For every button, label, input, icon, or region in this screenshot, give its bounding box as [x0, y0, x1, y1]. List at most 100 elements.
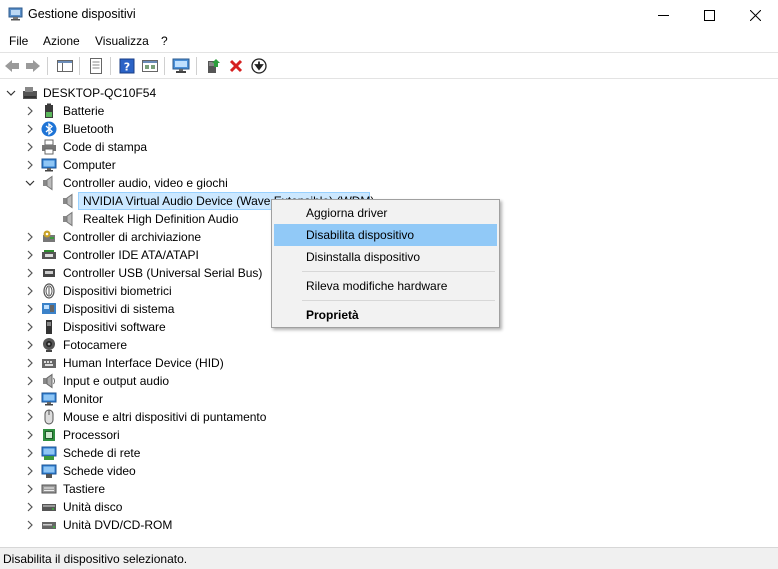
tree-item-15[interactable]: Input e output audio — [0, 372, 400, 390]
tree-item-4[interactable]: Controller audio, video e giochi — [0, 174, 400, 192]
tree-item-1-label: Bluetooth — [63, 122, 114, 136]
maximize-button[interactable] — [686, 0, 732, 30]
chevron-right-icon[interactable] — [25, 412, 35, 422]
ctx-uninstall-device[interactable]: Disinstalla dispositivo — [274, 246, 497, 268]
back-button[interactable] — [3, 57, 21, 75]
chevron-right-icon[interactable] — [25, 232, 35, 242]
update-driver-button[interactable] — [204, 57, 222, 75]
chevron-right-icon[interactable] — [25, 466, 35, 476]
ctx-scan-hardware[interactable]: Rileva modifiche hardware — [274, 275, 497, 297]
chevron-right-icon[interactable] — [25, 358, 35, 368]
menu-file[interactable]: File — [9, 34, 28, 48]
tree-item-14[interactable]: Human Interface Device (HID) — [0, 354, 400, 372]
chevron-right-icon[interactable] — [25, 340, 35, 350]
chevron-right-icon[interactable] — [25, 520, 35, 530]
monitor-scan-icon — [172, 58, 190, 73]
speaker-icon — [43, 175, 53, 191]
computer-icon — [23, 87, 37, 99]
menu-help[interactable]: ? — [161, 34, 168, 48]
tree-item-15-label: Input e output audio — [63, 374, 170, 388]
tree-item-13[interactable]: Fotocamere — [0, 336, 400, 354]
network-adapter-icon — [41, 446, 57, 460]
chevron-right-icon[interactable] — [25, 106, 35, 116]
chevron-right-icon[interactable] — [25, 304, 35, 314]
chevron-right-icon[interactable] — [25, 484, 35, 494]
tree-item-16[interactable]: Monitor — [0, 390, 400, 408]
chevron-right-icon[interactable] — [25, 268, 35, 278]
forward-button[interactable] — [24, 57, 42, 75]
chevron-right-icon[interactable] — [25, 448, 35, 458]
help-button[interactable]: ? — [118, 57, 136, 75]
close-button[interactable] — [732, 0, 778, 30]
tree-item-16-label: Monitor — [63, 392, 104, 406]
display-adapter-icon — [41, 464, 57, 478]
chevron-down-icon[interactable] — [25, 178, 35, 188]
chevron-right-icon[interactable] — [25, 286, 35, 296]
tree-item-7-label: Controller di archiviazione — [63, 230, 202, 244]
show-hide-console-tree-button[interactable] — [56, 57, 74, 75]
chevron-right-icon[interactable] — [25, 124, 35, 134]
chevron-right-icon[interactable] — [25, 430, 35, 440]
tree-item-23-label: Unità DVD/CD-ROM — [63, 518, 173, 532]
menu-visualizza[interactable]: Visualizza — [95, 34, 149, 48]
tree-item-11-label: Dispositivi di sistema — [63, 302, 175, 316]
fingerprint-icon — [43, 283, 55, 299]
tree-root[interactable]: DESKTOP-QC10F54 — [0, 84, 200, 102]
scan-hardware-button[interactable] — [172, 57, 190, 75]
tree-item-12-label: Dispositivi software — [63, 320, 166, 334]
ctx-update-driver-label: Aggiorna driver — [306, 206, 388, 220]
tree-item-21[interactable]: Tastiere — [0, 480, 400, 498]
tree-item-0-label: Batterie — [63, 104, 105, 118]
disable-device-button[interactable] — [250, 57, 268, 75]
uninstall-device-button[interactable] — [227, 57, 245, 75]
chevron-right-icon[interactable] — [25, 502, 35, 512]
chevron-right-icon[interactable] — [25, 160, 35, 170]
console-tree-icon — [57, 60, 73, 72]
status-bar: Disabilita il dispositivo selezionato. — [0, 547, 778, 569]
tree-item-17[interactable]: Mouse e altri dispositivi di puntamento — [0, 408, 400, 426]
tree-item-3[interactable]: Computer — [0, 156, 400, 174]
chevron-right-icon[interactable] — [25, 142, 35, 152]
chevron-right-icon[interactable] — [25, 394, 35, 404]
processor-icon — [43, 429, 55, 441]
tree-item-23[interactable]: Unità DVD/CD-ROM — [0, 516, 400, 534]
update-driver-icon — [208, 59, 220, 73]
tree-item-18[interactable]: Processori — [0, 426, 400, 444]
tree-item-19-label: Schede di rete — [63, 446, 141, 460]
tree-item-20-label: Schede video — [63, 464, 136, 478]
chevron-right-icon[interactable] — [25, 322, 35, 332]
camera-icon — [43, 338, 55, 352]
minimize-icon — [657, 14, 669, 16]
speaker-icon — [63, 193, 73, 209]
tree-item-20[interactable]: Schede video — [0, 462, 400, 480]
chevron-right-icon[interactable] — [25, 250, 35, 260]
ctx-scan-hardware-label: Rileva modifiche hardware — [306, 279, 448, 293]
tree-item-22[interactable]: Unità disco — [0, 498, 400, 516]
arrow-left-icon — [5, 60, 19, 72]
toolbar-separator — [110, 57, 111, 75]
tree-item-14-label: Human Interface Device (HID) — [63, 356, 224, 370]
minimize-button[interactable] — [640, 0, 686, 30]
ctx-disable-device[interactable]: Disabilita dispositivo — [274, 224, 497, 246]
view-button[interactable] — [141, 57, 159, 75]
chevron-right-icon[interactable] — [25, 376, 35, 386]
chevron-down-icon[interactable] — [6, 88, 16, 98]
tree-item-19[interactable]: Schede di rete — [0, 444, 400, 462]
dvd-drive-icon — [42, 522, 56, 529]
tree-item-4-label: Controller audio, video e giochi — [63, 176, 228, 190]
tree-item-2[interactable]: Code di stampa — [0, 138, 400, 156]
usb-icon — [43, 269, 55, 277]
toolbar-separator — [47, 57, 48, 75]
toolbar-separator — [164, 57, 165, 75]
menu-azione[interactable]: Azione — [43, 34, 80, 48]
tree-item-2-label: Code di stampa — [63, 140, 148, 154]
red-x-icon — [229, 59, 243, 73]
ctx-update-driver[interactable]: Aggiorna driver — [274, 202, 497, 224]
svg-text:?: ? — [124, 61, 130, 74]
hid-icon — [42, 359, 56, 368]
properties-button[interactable] — [87, 57, 105, 75]
ctx-properties[interactable]: Proprietà — [274, 304, 497, 326]
tree-item-0[interactable]: Batterie — [0, 102, 400, 120]
maximize-icon — [703, 9, 715, 21]
tree-item-1[interactable]: Bluetooth — [0, 120, 400, 138]
